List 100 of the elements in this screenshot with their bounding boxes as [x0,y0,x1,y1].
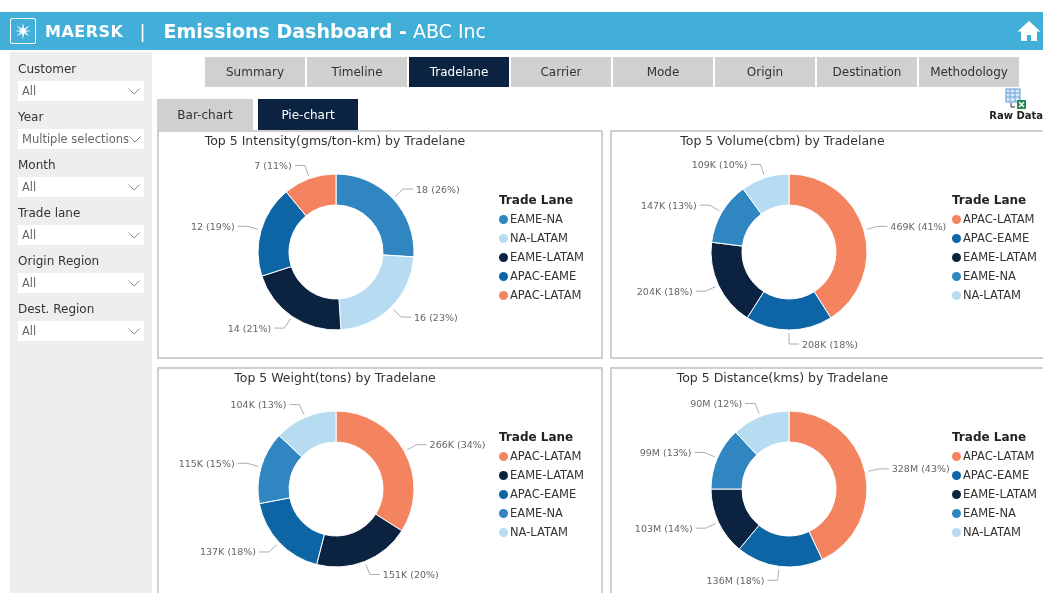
legend-label: NA-LATAM [510,231,568,245]
legend-title: Trade Lane [952,193,1028,207]
filter-label: Customer [18,62,78,76]
legend-label: APAC-LATAM [510,288,582,302]
filter-label: Dest. Region [18,302,96,316]
chevron-icon [128,279,140,287]
legend-label: APAC-EAME [510,487,577,501]
data-label: 469K (41%) [890,220,947,232]
legend-label: APAC-EAME [510,269,577,283]
legend-label: EAME-NA [963,269,1016,283]
chart-type-tab[interactable]: Pie-chart [258,99,358,130]
legend-label: EAME-LATAM [510,250,585,264]
chevron-icon [128,327,140,335]
leader-line [695,523,717,529]
legend-label: APAC-EAME [963,231,1030,245]
data-label: 90M (12%) [690,397,743,409]
leader-line [394,188,414,197]
chart-type-tab[interactable]: Bar-chart [157,99,253,130]
leader-line [289,404,305,416]
chevron-icon [128,183,140,191]
brand-name: MAERSK [45,21,124,41]
filter-label: Month [18,158,57,172]
data-label: 115K (15%) [178,457,235,469]
leader-line [365,563,381,575]
data-label: 328M (43%) [891,463,950,475]
filter-dropdown[interactable]: Multiple selections [18,129,144,149]
filter-label: Year [18,110,45,124]
leader-line [694,452,716,458]
filter-label: Trade lane [18,206,82,220]
star-logo-icon [10,18,36,44]
nav-tab[interactable]: Carrier [511,57,611,87]
legend-label: NA-LATAM [510,525,568,539]
leader-line [788,332,800,345]
leader-line [392,308,412,318]
leader-line [867,468,890,472]
data-label: 99M (13%) [639,446,692,458]
legend-title: Trade Lane [952,430,1028,444]
leader-line [294,165,309,177]
chevron-icon [129,135,141,143]
nav-tab[interactable]: Methodology [919,57,1019,87]
raw-data-button[interactable]: Raw Data [989,88,1043,121]
nav-tab[interactable]: Timeline [307,57,407,87]
leader-line [750,164,765,176]
filter-dropdown[interactable]: All [18,273,144,293]
legend-label: NA-LATAM [963,288,1021,302]
dashboard-title: Emissions Dashboard - ABC Inc [163,20,486,42]
nav-tab[interactable]: Tradelane [409,57,509,87]
chart-title: Top 5 Intensity(gms/ton-km) by Tradelane [203,133,467,150]
legend-label: NA-LATAM [963,525,1021,539]
filter-dropdown[interactable]: All [18,321,144,341]
nav-tab[interactable]: Destination [817,57,917,87]
legend-label: EAME-LATAM [963,250,1038,264]
data-label: 204K (18%) [636,285,693,297]
legend-label: EAME-LATAM [510,468,585,482]
filter-dropdown[interactable]: All [18,177,144,197]
data-label: 12 (19%) [191,220,235,232]
leader-line [744,403,760,415]
data-label: 18 (26%) [416,183,460,195]
data-label: 7 (11%) [254,159,292,171]
data-label: 16 (23%) [414,311,458,323]
data-label: 109K (10%) [691,159,748,170]
filter-label: Origin Region [18,254,101,268]
data-label: 103M (14%) [634,522,693,534]
filter-dropdown[interactable]: All [18,225,144,245]
filter-dropdown[interactable]: All [18,81,144,101]
legend-label: EAME-LATAM [963,487,1038,501]
nav-tab[interactable]: Origin [715,57,815,87]
legend-label: EAME-NA [510,212,563,226]
leader-line [406,444,427,451]
leader-line [866,225,888,230]
legend-label: APAC-EAME [963,468,1030,482]
header-separator: | [139,20,146,42]
nav-tab[interactable]: Summary [205,57,305,87]
data-label: 266K (34%) [429,439,486,451]
leader-line [767,568,780,581]
donut-slice [710,431,758,490]
data-label: 104K (13%) [230,399,287,411]
chart-title: Top 5 Volume(cbm) by Tradelane [679,133,886,150]
chart-title: Top 5 Distance(kms) by Tradelane [675,370,890,387]
leader-line [237,225,259,230]
data-label: 151K (20%) [382,569,439,581]
data-label: 147K (13%) [640,199,697,211]
spreadsheet-icon [1005,88,1028,110]
legend-label: EAME-NA [963,506,1016,520]
legend-label: EAME-NA [510,506,563,520]
data-label: 136M (18%) [706,574,765,586]
leader-line [237,462,259,467]
data-label: 137K (18%) [200,546,256,558]
leader-line [699,204,720,212]
data-label: 208K (18%) [802,338,858,350]
data-label: 14 (21%) [227,322,272,334]
legend-title: Trade Lane [499,193,575,207]
legend-label: APAC-LATAM [963,449,1035,463]
home-icon[interactable] [1017,20,1041,42]
leader-line [695,286,717,292]
chart-title: Top 5 Weight(tons) by Tradelane [233,370,437,387]
chevron-icon [128,87,140,95]
leader-line [258,544,278,553]
legend-title: Trade Lane [499,430,575,444]
nav-tab[interactable]: Mode [613,57,713,87]
